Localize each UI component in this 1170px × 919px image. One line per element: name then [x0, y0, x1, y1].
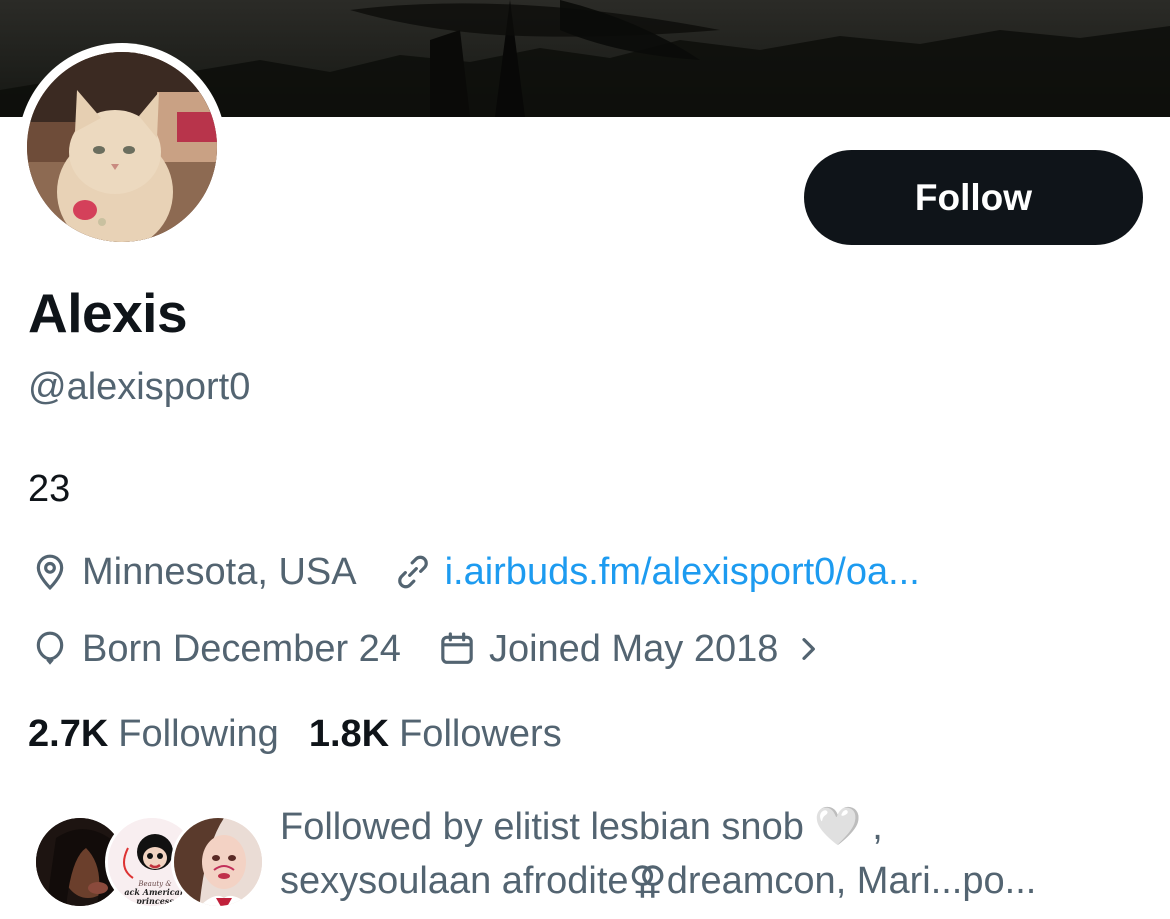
followed-by-avatars[interactable]: Beauty & ack American princess [33, 815, 265, 911]
location-pin-icon [36, 554, 64, 591]
followers-count: 1.8K [308, 712, 390, 755]
location-item: Minnesota, USA [30, 551, 357, 594]
followed-by-line-2: sexysoulaan afrodite⚢dreamcon, Mari...po… [280, 860, 1037, 902]
profile-handle: @alexisport0 [28, 366, 251, 408]
profile-meta-row-2: Born December 24 Joined May 2018 [30, 624, 824, 674]
birthday-text: Born December 24 [82, 627, 401, 670]
joined-item[interactable]: Joined May 2018 [437, 628, 824, 671]
chevron-right-icon[interactable] [792, 633, 824, 665]
following-count: 2.7K [28, 712, 109, 755]
badge-text-3: princess [136, 896, 174, 906]
location-text: Minnesota, USA [82, 550, 357, 593]
follower-avatar-3[interactable] [171, 815, 265, 909]
follow-stats: 2.7K Following 1.8K Followers [28, 708, 592, 760]
profile-meta-row: Minnesota, USA i.airbuds.fm/alexisport0/… [30, 547, 956, 597]
follow-button[interactable]: Follow [804, 150, 1143, 245]
followers-stat[interactable]: 1.8K Followers [309, 713, 562, 756]
followers-label: Followers [399, 712, 562, 755]
followed-by-line-1: Followed by elitist lesbian snob 🤍 , [280, 806, 883, 848]
joined-text: Joined May 2018 [488, 627, 779, 670]
balloon-icon [36, 631, 64, 665]
calendar-icon [441, 632, 473, 664]
avatar[interactable] [27, 52, 217, 242]
link-icon [397, 555, 428, 589]
birthday-item: Born December 24 [30, 628, 401, 671]
following-label: Following [118, 712, 279, 755]
followed-by-text[interactable]: Followed by elitist lesbian snob 🤍 , sex… [280, 800, 1140, 908]
profile-name: Alexis [28, 282, 188, 344]
profile-bio: 23 [28, 468, 71, 510]
website-link[interactable]: i.airbuds.fm/alexisport0/oa... [445, 551, 920, 594]
following-stat[interactable]: 2.7K Following [28, 713, 279, 756]
website-item[interactable]: i.airbuds.fm/alexisport0/oa... [393, 551, 920, 594]
